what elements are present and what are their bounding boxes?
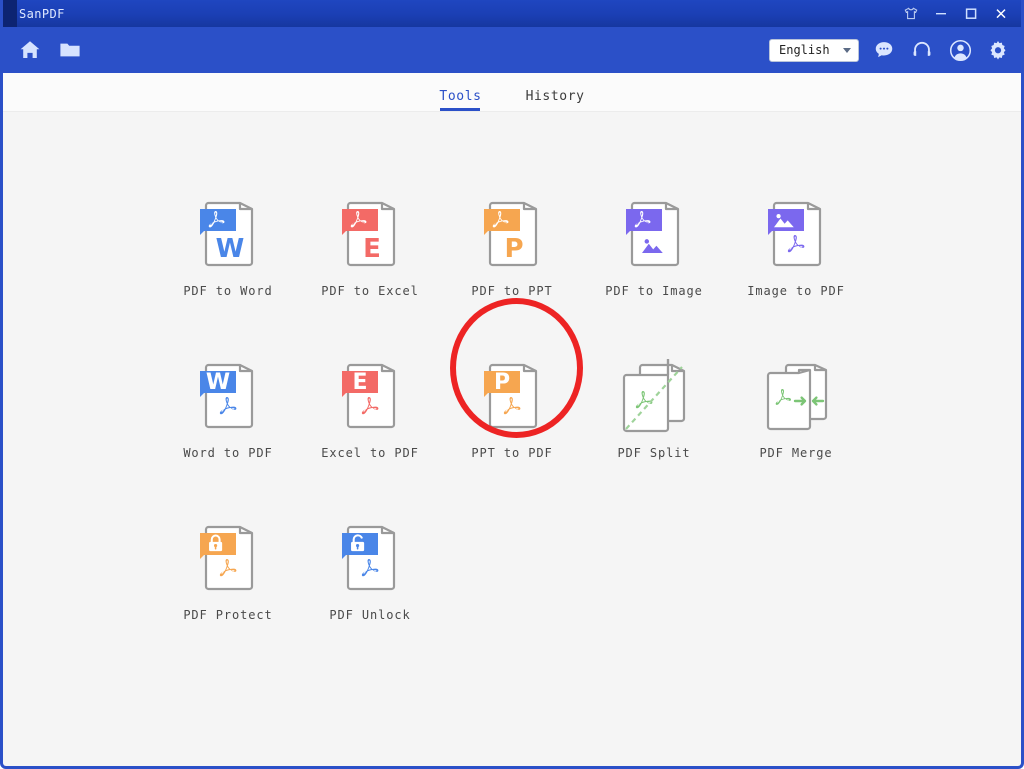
tool-label: Word to PDF bbox=[183, 446, 272, 460]
user-avatar-icon[interactable] bbox=[947, 37, 973, 63]
tool-pdf-to-excel[interactable]: E PDF to Excel bbox=[299, 196, 441, 298]
window-controls bbox=[897, 0, 1015, 27]
tool-ppt-to-pdf[interactable]: P PPT to PDF bbox=[441, 358, 583, 460]
pdf-protect-icon bbox=[192, 520, 264, 598]
tool-label: PPT to PDF bbox=[471, 446, 552, 460]
tool-label: PDF to Image bbox=[605, 284, 703, 298]
tool-label: Image to PDF bbox=[747, 284, 845, 298]
tool-word-to-pdf[interactable]: W Word to PDF bbox=[157, 358, 299, 460]
tool-label: PDF Merge bbox=[759, 446, 832, 460]
pdf-to-ppt-icon: P bbox=[476, 196, 548, 274]
tool-pdf-merge[interactable]: PDF Merge bbox=[725, 358, 867, 460]
tool-label: PDF Unlock bbox=[329, 608, 410, 622]
toolbar-left-group bbox=[17, 37, 83, 63]
svg-text:E: E bbox=[352, 370, 367, 395]
tool-excel-to-pdf[interactable]: E Excel to PDF bbox=[299, 358, 441, 460]
svg-text:P: P bbox=[504, 234, 523, 264]
chevron-down-icon bbox=[843, 48, 851, 53]
chat-bubble-icon[interactable] bbox=[871, 37, 897, 63]
tool-label: PDF to Word bbox=[183, 284, 272, 298]
svg-text:E: E bbox=[363, 234, 381, 264]
svg-text:W: W bbox=[216, 234, 245, 264]
minimize-icon[interactable] bbox=[927, 2, 955, 26]
title-bar: SanPDF bbox=[3, 0, 1021, 27]
tab-history-label: History bbox=[526, 89, 585, 104]
tools-panel: W PDF to Word E PDF to Excel P PDF to PPT P… bbox=[3, 112, 1021, 761]
pdf-unlock-icon bbox=[334, 520, 406, 598]
pdf-to-image-icon bbox=[618, 196, 690, 274]
language-select-value: English bbox=[779, 43, 830, 57]
pdf-to-excel-icon: E bbox=[334, 196, 406, 274]
theme-shirt-icon[interactable] bbox=[897, 2, 925, 26]
tool-pdf-to-image[interactable]: PDF to Image bbox=[583, 196, 725, 298]
tool-label: PDF to Excel bbox=[321, 284, 419, 298]
tool-label: PDF Split bbox=[617, 446, 690, 460]
tool-label: PDF to PPT bbox=[471, 284, 552, 298]
svg-text:P: P bbox=[494, 370, 510, 395]
image-to-pdf-icon bbox=[760, 196, 832, 274]
tab-bar: Tools History bbox=[3, 73, 1021, 112]
ppt-to-pdf-icon: P bbox=[476, 358, 548, 436]
tool-pdf-to-word[interactable]: W PDF to Word bbox=[157, 196, 299, 298]
word-to-pdf-icon: W bbox=[192, 358, 264, 436]
tool-label: PDF Protect bbox=[183, 608, 272, 622]
tab-history[interactable]: History bbox=[526, 89, 585, 111]
folder-icon[interactable] bbox=[57, 37, 83, 63]
pdf-merge-icon bbox=[760, 358, 832, 436]
home-icon[interactable] bbox=[17, 37, 43, 63]
gear-icon[interactable] bbox=[985, 37, 1011, 63]
toolbar: English bbox=[3, 27, 1021, 73]
tools-grid: W PDF to Word E PDF to Excel P PDF to PPT P… bbox=[3, 196, 1021, 622]
tool-pdf-split[interactable]: PDF Split bbox=[583, 358, 725, 460]
tool-pdf-protect[interactable]: PDF Protect bbox=[157, 520, 299, 622]
pdf-split-icon bbox=[618, 358, 690, 436]
app-title: SanPDF bbox=[19, 7, 65, 21]
language-select[interactable]: English bbox=[769, 39, 859, 62]
maximize-icon[interactable] bbox=[957, 2, 985, 26]
tool-pdf-to-ppt[interactable]: P PDF to PPT bbox=[441, 196, 583, 298]
toolbar-right-group: English bbox=[769, 37, 1011, 63]
excel-to-pdf-icon: E bbox=[334, 358, 406, 436]
app-window: SanPDF bbox=[0, 0, 1024, 769]
tool-label: Excel to PDF bbox=[321, 446, 419, 460]
tab-tools[interactable]: Tools bbox=[439, 89, 481, 111]
svg-text:W: W bbox=[206, 370, 230, 395]
pdf-to-word-icon: W bbox=[192, 196, 264, 274]
tool-pdf-unlock[interactable]: PDF Unlock bbox=[299, 520, 441, 622]
tool-image-to-pdf[interactable]: Image to PDF bbox=[725, 196, 867, 298]
close-icon[interactable] bbox=[987, 2, 1015, 26]
tab-tools-label: Tools bbox=[439, 89, 481, 104]
headset-icon[interactable] bbox=[909, 37, 935, 63]
